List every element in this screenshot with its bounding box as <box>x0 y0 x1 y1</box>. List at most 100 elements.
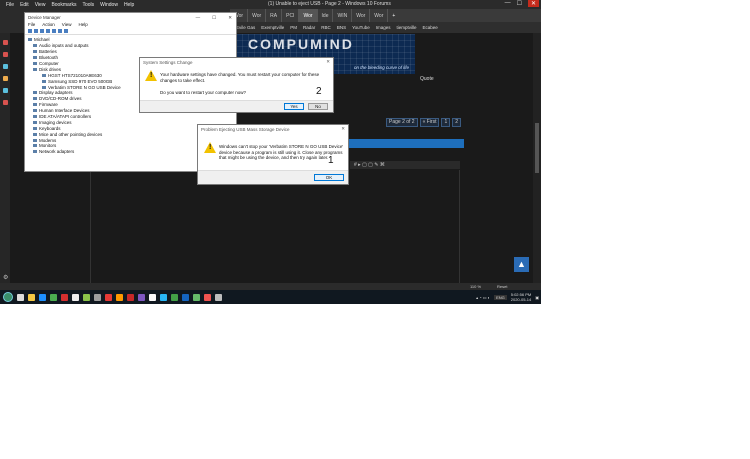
page-link-1[interactable]: 1 <box>441 118 451 127</box>
restart-dialog: System Settings Change ✕ Your hardware s… <box>139 57 334 113</box>
menu-tools[interactable]: Tools <box>82 2 94 8</box>
menu-help[interactable]: Help <box>124 2 134 8</box>
bookmark-item[interactable]: BNS <box>337 25 346 30</box>
browser-sidebar <box>0 33 10 288</box>
sidebar-yellow-icon[interactable] <box>2 76 8 81</box>
scroll-top-icon[interactable]: ▲ <box>514 257 529 272</box>
monitor-icon[interactable] <box>58 29 62 33</box>
scrollbar-thumb[interactable] <box>535 123 539 173</box>
monitor-icon <box>33 144 37 148</box>
tab-item[interactable]: Ide <box>318 9 334 22</box>
app-icon[interactable] <box>94 293 101 301</box>
back-icon[interactable] <box>28 29 32 33</box>
app-icon[interactable] <box>182 293 189 301</box>
minimize-icon[interactable]: — <box>196 15 201 21</box>
zoom-level[interactable]: 110 % <box>470 284 481 289</box>
first-page-link[interactable]: « First <box>419 118 440 127</box>
start-icon[interactable] <box>3 292 13 302</box>
yes-button[interactable]: Yes <box>284 103 304 110</box>
page-scrollbar[interactable] <box>533 33 541 288</box>
tab-item[interactable]: RA <box>266 9 283 22</box>
bookmark-item[interactable]: YouTube <box>352 25 370 30</box>
menu-file[interactable]: File <box>6 2 14 8</box>
scan-icon[interactable] <box>52 29 56 33</box>
app-icon[interactable] <box>50 293 57 301</box>
search-icon[interactable] <box>17 293 24 301</box>
menu-view[interactable]: View <box>35 2 46 8</box>
vivaldi-icon[interactable] <box>61 293 68 301</box>
notification-icon[interactable]: ▣ <box>535 295 539 300</box>
menu-bookmarks[interactable]: Bookmarks <box>51 2 76 8</box>
app-icon[interactable] <box>149 293 156 301</box>
no-button[interactable]: No <box>308 103 328 110</box>
tab-item[interactable]: Wor <box>248 9 267 22</box>
tray-icons[interactable]: ▴ ◔ ▭ ◐ <box>476 295 490 300</box>
bookmark-item[interactable]: Exemptville <box>261 25 284 30</box>
app-icon[interactable] <box>72 293 79 301</box>
bookmark-item[interactable]: Evile Gas <box>236 25 255 30</box>
new-tab-button[interactable]: + <box>392 13 395 19</box>
tab-item[interactable]: Wor <box>352 9 371 22</box>
properties-icon[interactable] <box>40 29 44 33</box>
app-icon[interactable] <box>215 293 222 301</box>
forward-icon[interactable] <box>34 29 38 33</box>
close-icon[interactable]: ✕ <box>527 0 539 7</box>
ide-icon <box>33 115 37 119</box>
bookmark-item[interactable]: Images <box>376 25 391 30</box>
bookmarks-bar: Evile Gas Exemptville PM Radar RBC BNS Y… <box>230 22 541 33</box>
remove-icon[interactable] <box>64 29 68 33</box>
clock[interactable]: 5:02:56 PM 2020-05-14 <box>511 292 531 302</box>
menu-window[interactable]: Window <box>100 2 118 8</box>
tab-item[interactable]: Wor <box>370 9 389 22</box>
dm-menu-file[interactable]: File <box>28 22 35 28</box>
menu-edit[interactable]: Edit <box>20 2 29 8</box>
bookmark-item[interactable]: RBC <box>321 25 331 30</box>
sidebar-red-icon[interactable] <box>2 100 8 105</box>
tab-item[interactable]: WIN <box>333 9 353 22</box>
dm-menu-view[interactable]: View <box>62 22 72 28</box>
tab-item[interactable]: PCI <box>282 9 300 22</box>
bookmark-item[interactable]: PM <box>290 25 297 30</box>
quote-button[interactable]: Quote <box>420 76 434 82</box>
sidebar-red-icon[interactable] <box>2 40 8 45</box>
sidebar-blue-icon[interactable] <box>2 64 8 69</box>
sidebar-red-icon[interactable] <box>2 52 8 57</box>
dm-menu-action[interactable]: Action <box>42 22 55 28</box>
sidebar-blue-icon[interactable] <box>2 88 8 93</box>
page-indicator[interactable]: Page 2 of 2 <box>386 118 418 127</box>
help-icon[interactable] <box>46 29 50 33</box>
folder-icon[interactable] <box>28 293 35 301</box>
page-link-2[interactable]: 2 <box>452 118 462 127</box>
app-icon[interactable] <box>204 293 211 301</box>
close-icon[interactable]: ✕ <box>326 59 333 65</box>
close-icon[interactable]: ✕ <box>341 126 348 132</box>
annotation-marker-1: 1 <box>328 155 334 166</box>
tab-item-active[interactable]: Wor <box>299 9 318 22</box>
maximize-icon[interactable]: ☐ <box>212 15 216 21</box>
gear-icon[interactable]: ⚙ <box>3 274 8 281</box>
app-icon[interactable] <box>193 293 200 301</box>
vlc-icon[interactable] <box>116 293 123 301</box>
zoom-reset-button[interactable]: Reset <box>497 284 507 289</box>
app-icon[interactable] <box>83 293 90 301</box>
restart-dialog-title: System Settings Change <box>143 59 193 65</box>
store-icon[interactable] <box>39 293 46 301</box>
keyboard-layout[interactable]: ENG <box>494 294 507 300</box>
app-icon[interactable] <box>105 293 112 301</box>
dm-menu-help[interactable]: Help <box>78 22 87 28</box>
bookmark-item[interactable]: Ecabee <box>423 25 438 30</box>
bookmark-item[interactable]: tiemptville <box>397 25 417 30</box>
disk-icon <box>42 79 46 83</box>
app-icon[interactable] <box>127 293 134 301</box>
ok-button[interactable]: OK <box>314 174 344 181</box>
close-icon[interactable]: ✕ <box>228 15 232 21</box>
editor-tool-icons[interactable]: # ▸ ▢ ▢ ✎ ⌘ <box>354 162 385 168</box>
reply-area[interactable] <box>90 170 460 285</box>
maximize-icon[interactable]: ☐ <box>517 0 522 7</box>
minimize-icon[interactable]: — <box>505 0 511 7</box>
app-icon[interactable] <box>138 293 145 301</box>
browser-window-controls: — ☐ ✕ <box>505 0 539 7</box>
app-icon[interactable] <box>160 293 167 301</box>
app-icon[interactable] <box>171 293 178 301</box>
bookmark-item[interactable]: Radar <box>303 25 315 30</box>
